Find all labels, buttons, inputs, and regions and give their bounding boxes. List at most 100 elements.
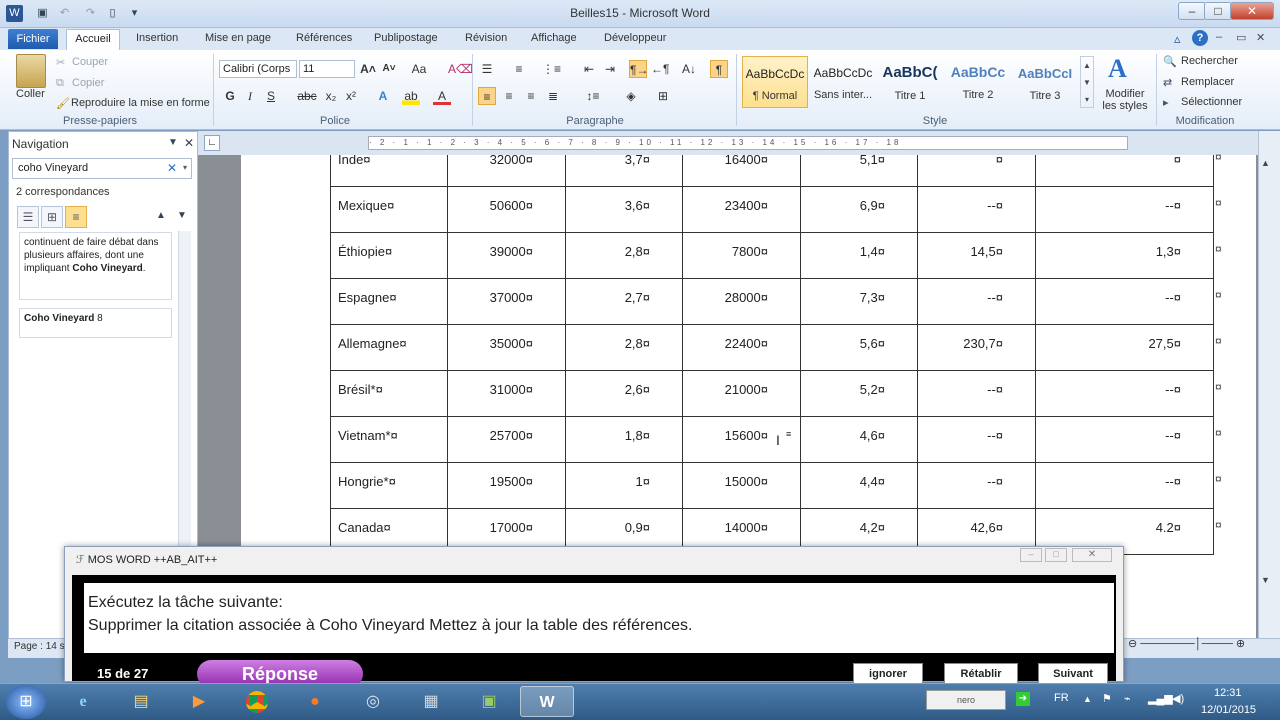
tab-developer[interactable]: Développeur [604,32,666,44]
word-taskbar-icon[interactable]: W [520,686,574,717]
table-cell[interactable]: --¤ [917,278,1036,325]
font-size-combo[interactable]: 11 [299,60,355,78]
change-styles-icon[interactable]: A [1108,54,1127,84]
pages-view-icon[interactable]: ⊞ [41,206,63,228]
navigation-scrollbar[interactable] [178,231,191,551]
style-heading-1[interactable]: AaBbC(Titre 1 [877,56,943,108]
shrink-font-icon[interactable]: A˅ [380,60,398,78]
table-cell[interactable]: 1,3¤ [1035,232,1214,279]
table-cell[interactable]: 6,9¤ [800,186,918,233]
tab-review[interactable]: Révision [465,32,507,44]
styles-gallery-scroll[interactable]: ▲ ▼ ▾ [1080,56,1094,108]
table-cell[interactable]: --¤ [917,186,1036,233]
table-cell[interactable]: --¤ [1035,186,1214,233]
subscript-icon[interactable]: x₂ [322,87,340,105]
format-painter-button[interactable]: Reproduire la mise en forme [71,97,210,109]
table-cell[interactable]: 50600¤ [447,186,566,233]
table-cell[interactable]: Vietnam*¤ [330,416,448,463]
table-cell[interactable]: Mexique¤ [330,186,448,233]
align-right-icon[interactable]: ≡ [522,87,540,105]
nero-badge[interactable]: nero [926,690,1006,710]
table-cell[interactable]: ¤ [917,155,1036,187]
headings-view-icon[interactable]: ☰ [17,206,39,228]
firefox-icon[interactable]: ● [288,686,342,717]
borders-icon[interactable]: ⊞ [654,87,672,105]
mos-minimize-button[interactable]: – [1020,548,1042,562]
mos-close-button[interactable]: ✕ [1072,548,1112,562]
numbering-icon[interactable]: ≡ [510,60,528,78]
superscript-icon[interactable]: x² [342,87,360,105]
find-button[interactable]: Rechercher [1181,55,1238,67]
table-cell[interactable]: 230,7¤ [917,324,1036,371]
cut-button[interactable]: Couper [72,56,108,68]
tab-page-layout[interactable]: Mise en page [205,32,271,44]
decrease-indent-icon[interactable]: ⇤ [580,60,598,78]
shading-icon[interactable]: ◈ [622,87,640,105]
tab-home[interactable]: Accueil [66,29,120,51]
table-cell[interactable]: Allemagne¤ [330,324,448,371]
table-cell[interactable]: 23400¤ [682,186,801,233]
copy-icon[interactable]: ⧉ [56,77,64,90]
table-cell[interactable]: Espagne¤ [330,278,448,325]
table-cell[interactable]: 2,7¤ [565,278,683,325]
clear-formatting-icon[interactable]: A⌫ [448,60,473,78]
search-options-icon[interactable]: ▾ [183,163,187,172]
table-cell[interactable]: 39000¤ [447,232,566,279]
clear-search-icon[interactable]: ✕ [167,161,177,175]
change-case-icon[interactable]: Aa [410,60,428,78]
bullets-icon[interactable]: ☰ [478,60,496,78]
table-cell[interactable]: 35000¤ [447,324,566,371]
table-cell[interactable]: 25700¤ [447,416,566,463]
copy-button[interactable]: Copier [72,77,104,89]
format-painter-icon[interactable]: 🖌 [56,97,70,110]
italic-icon[interactable]: I [241,87,259,105]
tab-selector-icon[interactable]: ∟ [204,135,220,151]
mos-maximize-button[interactable]: □ [1045,548,1067,562]
change-styles-button[interactable]: Modifier les styles [1098,88,1152,112]
table-cell[interactable]: Éthiopie¤ [330,232,448,279]
table-cell[interactable]: --¤ [917,416,1036,463]
table-cell[interactable]: 5,2¤ [800,370,918,417]
paste-icon[interactable] [16,54,46,88]
replace-icon[interactable]: ⇄ [1163,76,1172,89]
language-indicator[interactable]: FR [1054,692,1069,704]
table-cell[interactable]: 32000¤ [447,155,566,187]
data-table[interactable]: Inde¤ 32000¤ 3,7¤ 16400¤ 5,1¤ ¤ ¤ Mexique¤ 50600… [330,155,1214,555]
table-cell[interactable]: 3,7¤ [565,155,683,187]
internet-explorer-icon[interactable]: e [56,686,110,717]
table-cell[interactable]: 2,8¤ [565,232,683,279]
horizontal-ruler[interactable]: · 2 · 1 · 1 · 2 · 3 · 4 · 5 · 6 · 7 · 8 … [368,136,1128,150]
justify-icon[interactable]: ≣ [544,87,562,105]
table-cell[interactable]: 1,4¤ [800,232,918,279]
align-left-icon[interactable]: ≡ [478,87,496,105]
sort-icon[interactable]: A↓ [680,60,698,78]
close-button[interactable]: ✕ [1230,2,1274,20]
network-icon[interactable]: ▦ [404,686,458,717]
align-center-icon[interactable]: ≡ [500,87,518,105]
zoom-slider[interactable]: ⊖ ───────│──── ⊕ [1128,637,1258,653]
show-marks-icon[interactable]: ¶ [710,60,728,78]
help-icon[interactable]: ? [1192,30,1208,46]
table-cell[interactable]: 15600¤ [682,416,801,463]
file-explorer-icon[interactable]: ▤ [114,686,168,717]
rtl-icon[interactable]: ←¶ [651,60,669,78]
table-cell[interactable]: 5,6¤ [800,324,918,371]
underline-icon[interactable]: S [262,87,280,105]
vertical-scrollbar[interactable] [1258,131,1280,638]
page-indicator[interactable]: Page : 14 s [14,641,65,652]
minimize-ribbon-icon[interactable]: ▵ [1174,31,1181,47]
table-cell[interactable]: 2,6¤ [565,370,683,417]
table-cell[interactable]: 19500¤ [447,462,566,509]
doc-minimize-icon[interactable]: – [1216,31,1222,43]
tab-mailings[interactable]: Publipostage [374,32,438,44]
table-cell[interactable]: ¤ [1035,155,1214,187]
table-cell[interactable]: 1¤ [565,462,683,509]
table-cell[interactable]: 7800¤ [682,232,801,279]
multilevel-list-icon[interactable]: ⋮≡ [542,60,561,78]
volume-icon[interactable]: ◀) [1172,692,1184,705]
scroll-down-icon[interactable]: ▼ [1261,575,1270,585]
font-name-combo[interactable]: Calibri (Corps [219,60,297,78]
next-result-icon[interactable]: ▼ [177,210,187,221]
next-button[interactable]: Suivant [1038,663,1108,685]
ltr-icon[interactable]: ¶→ [629,60,648,78]
